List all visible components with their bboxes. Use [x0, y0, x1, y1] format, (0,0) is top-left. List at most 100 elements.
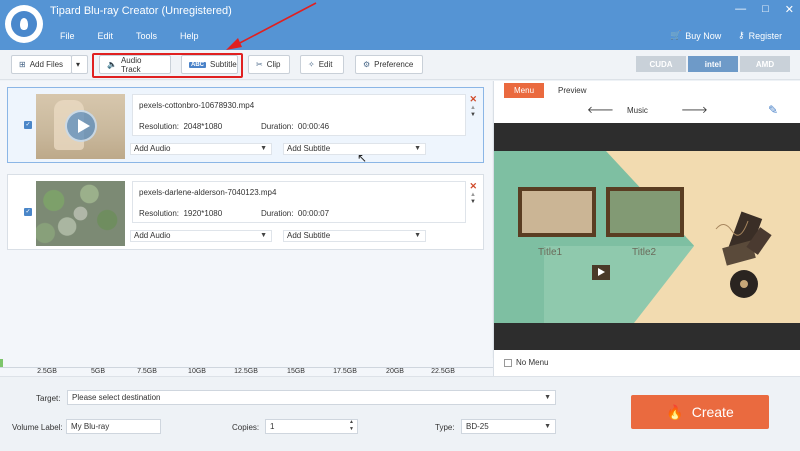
minimize-button[interactable]: — — [735, 3, 746, 16]
capacity-tick: 2.5GB — [37, 368, 57, 375]
file-info: pexels-cottonbro-10678930.mp4 Resolution… — [132, 94, 466, 136]
arrow-left-icon[interactable]: 🡐 — [587, 104, 614, 116]
move-down-icon[interactable]: ▼ — [470, 112, 476, 118]
buy-now-button[interactable]: 🛒 Buy Now — [670, 30, 721, 41]
resolution-label: Resolution: — [139, 209, 180, 218]
copies-label: Copies: — [232, 423, 260, 432]
close-button[interactable]: ✕ — [785, 3, 794, 16]
capacity-tick: 20GB — [386, 368, 404, 375]
volume-label-value: My Blu-ray — [71, 422, 110, 431]
move-up-icon[interactable]: ▲ — [470, 192, 476, 198]
menu-edit[interactable]: Edit — [98, 31, 114, 41]
file-name: pexels-cottonbro-10678930.mp4 — [139, 101, 255, 110]
capacity-tick: 5GB — [90, 368, 106, 375]
menu-template-name: Music — [627, 106, 648, 115]
remove-file-icon[interactable]: ✕ — [469, 94, 477, 105]
add-subtitle-dropdown[interactable]: Add Subtitle ▼ — [283, 143, 426, 155]
volume-label-input[interactable]: My Blu-ray — [66, 419, 161, 434]
tab-menu[interactable]: Menu — [504, 83, 545, 98]
target-placeholder: Please select destination — [72, 393, 161, 402]
duration-label: Duration: — [261, 209, 294, 218]
capacity-tick: 22.5GB — [431, 368, 455, 375]
flame-icon: 🔥 — [666, 403, 684, 420]
file-checkbox[interactable]: ✓ — [24, 208, 32, 216]
duration-value: 00:00:46 — [297, 122, 330, 131]
app-title: Tipard Blu-ray Creator (Unregistered) — [50, 5, 232, 17]
preference-button[interactable]: ⚙ Preference — [355, 55, 423, 74]
disc-type-value: BD-25 — [466, 422, 489, 431]
edit-menu-icon[interactable]: ✎ — [768, 103, 778, 117]
volume-label-label: Volume Label: — [12, 423, 63, 432]
menu-file[interactable]: File — [60, 31, 75, 41]
file-name: pexels-darlene-alderson-7040123.mp4 — [139, 188, 277, 197]
title2-label: Title2 — [632, 247, 657, 258]
register-button[interactable]: ⚷ Register — [738, 30, 782, 41]
target-select[interactable]: Please select destination ▼ — [67, 390, 556, 405]
arrow-right-icon[interactable]: 🡒 — [681, 104, 708, 116]
copies-stepper[interactable]: 1 ▲ ▼ — [265, 419, 358, 434]
move-down-icon[interactable]: ▼ — [470, 199, 476, 205]
chevron-down-icon: ▼ — [260, 145, 267, 152]
gear-icon: ⚙ — [363, 60, 371, 69]
menu-bg-shape — [544, 246, 694, 323]
maximize-button[interactable]: □ — [762, 3, 769, 16]
create-button[interactable]: 🔥 Create — [631, 395, 769, 429]
chevron-down-icon: ▼ — [260, 232, 267, 239]
capacity-fill — [0, 359, 3, 367]
remove-file-icon[interactable]: ✕ — [469, 181, 477, 192]
title2-thumbnail[interactable] — [606, 187, 684, 237]
video-thumbnail[interactable] — [36, 181, 125, 246]
file-list: ✓ pexels-cottonbro-10678930.mp4 Resoluti… — [0, 81, 492, 358]
title1-thumbnail[interactable] — [518, 187, 596, 237]
menu-background: Title1 Title2 — [494, 151, 800, 323]
add-audio-label: Add Audio — [134, 231, 171, 240]
edit-button[interactable]: ✧ Edit — [300, 55, 344, 74]
music-decoration-icon — [715, 211, 772, 298]
menu-bar: File Edit Tools Help — [50, 31, 222, 41]
duration-value: 00:00:07 — [297, 209, 330, 218]
capacity-tick: 7.5GB — [137, 368, 157, 375]
add-files-dropdown[interactable]: ▾ — [71, 55, 88, 74]
capacity-bar: 2.5GB 5GB 7.5GB 10GB 12.5GB 15GB 17.5GB … — [0, 358, 493, 376]
chevron-down-icon: ▼ — [414, 145, 421, 152]
file-card[interactable]: ✓ pexels-darlene-alderson-7040123.mp4 Re… — [7, 174, 484, 250]
cuda-badge[interactable]: CUDA — [636, 56, 686, 72]
intel-badge[interactable]: intel — [688, 56, 738, 72]
capacity-tick: 10GB — [188, 368, 206, 375]
add-audio-dropdown[interactable]: Add Audio ▼ — [130, 143, 272, 155]
clip-button[interactable]: ✂ Clip — [248, 55, 290, 74]
copies-value: 1 — [270, 422, 275, 431]
preview-panel: Menu Preview 🡐 Music 🡒 ✎ Title1 Title2 N… — [493, 81, 800, 376]
no-menu-option[interactable]: No Menu — [504, 358, 548, 367]
type-label: Type: — [435, 423, 455, 432]
resolution-value: 2048*1080 — [183, 122, 223, 131]
add-subtitle-dropdown[interactable]: Add Subtitle ▼ — [283, 230, 426, 242]
no-menu-checkbox[interactable] — [504, 358, 512, 367]
chevron-down-icon: ▼ — [414, 232, 421, 239]
spinner-arrows-icon[interactable]: ▲ ▼ — [349, 419, 354, 433]
resolution-label: Resolution: — [139, 122, 180, 131]
move-up-icon[interactable]: ▲ — [470, 105, 476, 111]
menu-help[interactable]: Help — [180, 31, 199, 41]
add-subtitle-label: Add Subtitle — [287, 231, 331, 240]
file-card[interactable]: ✓ pexels-cottonbro-10678930.mp4 Resoluti… — [7, 87, 484, 163]
tab-preview[interactable]: Preview — [548, 83, 596, 98]
menu-play-icon[interactable] — [592, 265, 610, 280]
play-icon[interactable] — [65, 110, 97, 142]
title1-label: Title1 — [538, 247, 563, 258]
edit-sparkle-icon: ✧ — [308, 60, 315, 69]
add-files-label: Add Files — [29, 60, 64, 69]
add-files-icon: ⊞ — [19, 60, 26, 69]
add-files-button[interactable]: ⊞ Add Files — [11, 55, 72, 74]
amd-badge[interactable]: AMD — [740, 56, 790, 72]
disc-type-select[interactable]: BD-25 ▼ — [461, 419, 556, 434]
hw-acceleration: CUDA intel AMD — [636, 56, 790, 72]
menu-tools[interactable]: Tools — [136, 31, 157, 41]
add-audio-dropdown[interactable]: Add Audio ▼ — [130, 230, 272, 242]
file-info: pexels-darlene-alderson-7040123.mp4 Reso… — [132, 181, 466, 223]
no-menu-label: No Menu — [516, 358, 549, 367]
video-thumbnail[interactable] — [36, 94, 125, 159]
file-checkbox[interactable]: ✓ — [24, 121, 32, 129]
resolution-value: 1920*1080 — [183, 209, 223, 218]
title-bar: Tipard Blu-ray Creator (Unregistered) Fi… — [0, 0, 800, 50]
